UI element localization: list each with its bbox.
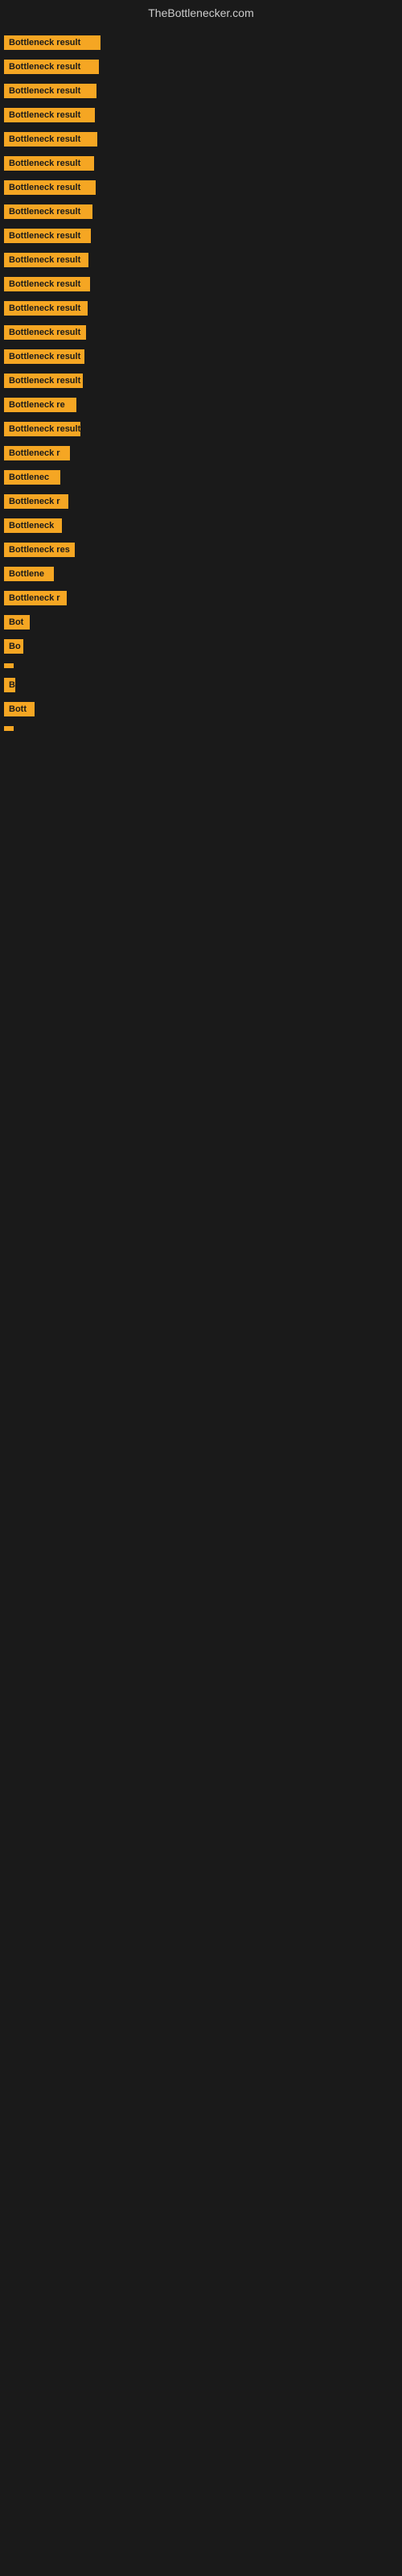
bar-row: Bottleneck result [0,151,402,175]
bar-row: Bottleneck result [0,175,402,200]
bar-label: Bottleneck [4,518,62,533]
bar-label [4,726,14,731]
bar-label: Bottleneck result [4,422,80,436]
bar-label: Bottleneck result [4,204,92,219]
bar-label: Bottleneck result [4,108,95,122]
bar-label: Bottleneck result [4,229,91,243]
bars-container: Bottleneck result Bottleneck result Bottle… [0,23,402,736]
bar-label: Bottleneck result [4,180,96,195]
bar-row: Bottlene [0,562,402,586]
bar-row: B [0,673,402,697]
bar-label: Bottleneck result [4,35,100,50]
bar-row: Bottleneck result [0,55,402,79]
bar-row: Bottleneck result [0,417,402,441]
bar-label: Bottleneck result [4,325,86,340]
bar-row: Bottleneck result [0,224,402,248]
bar-label: Bottleneck r [4,446,70,460]
bar-label: Bottleneck result [4,60,99,74]
bar-label: Bottleneck result [4,156,94,171]
bar-label: B [4,678,15,692]
bar-row: Bottleneck result [0,320,402,345]
bar-label: Bottleneck res [4,543,75,557]
bar-row: Bottleneck result [0,369,402,393]
bar-label: Bo [4,639,23,654]
bar-row: Bottleneck result [0,200,402,224]
bar-row: Bottleneck re [0,393,402,417]
bar-label [4,663,14,668]
bar-label: Bot [4,615,30,630]
bar-label: Bottlene [4,567,54,581]
bar-label: Bottleneck r [4,591,67,605]
bar-row: Bottleneck [0,514,402,538]
bar-row: Bo [0,634,402,658]
bar-row: Bottleneck result [0,31,402,55]
bar-label: Bottlenec [4,470,60,485]
bar-label: Bottleneck result [4,374,83,388]
bar-label: Bottleneck result [4,84,96,98]
site-header: TheBottlenecker.com [0,0,402,23]
bar-row: Bottleneck result [0,272,402,296]
bar-row: Bottleneck result [0,127,402,151]
bar-label: Bottleneck result [4,253,88,267]
bar-row: Bottleneck r [0,489,402,514]
bar-label: Bottleneck result [4,277,90,291]
bar-label: Bottleneck r [4,494,68,509]
bar-row: Bottleneck res [0,538,402,562]
bar-label: Bottleneck result [4,301,88,316]
bar-row: Bott [0,697,402,721]
bar-row: Bottleneck r [0,586,402,610]
bar-row: Bottleneck result [0,248,402,272]
bar-row [0,658,402,673]
bar-label: Bottleneck re [4,398,76,412]
bar-row [0,721,402,736]
bar-label: Bott [4,702,35,716]
bar-row: Bottleneck result [0,79,402,103]
bar-row: Bottleneck result [0,345,402,369]
bar-row: Bottleneck r [0,441,402,465]
bar-row: Bottleneck result [0,103,402,127]
bar-label: Bottleneck result [4,132,97,147]
bar-row: Bot [0,610,402,634]
bar-row: Bottleneck result [0,296,402,320]
bar-label: Bottleneck result [4,349,84,364]
bar-row: Bottlenec [0,465,402,489]
